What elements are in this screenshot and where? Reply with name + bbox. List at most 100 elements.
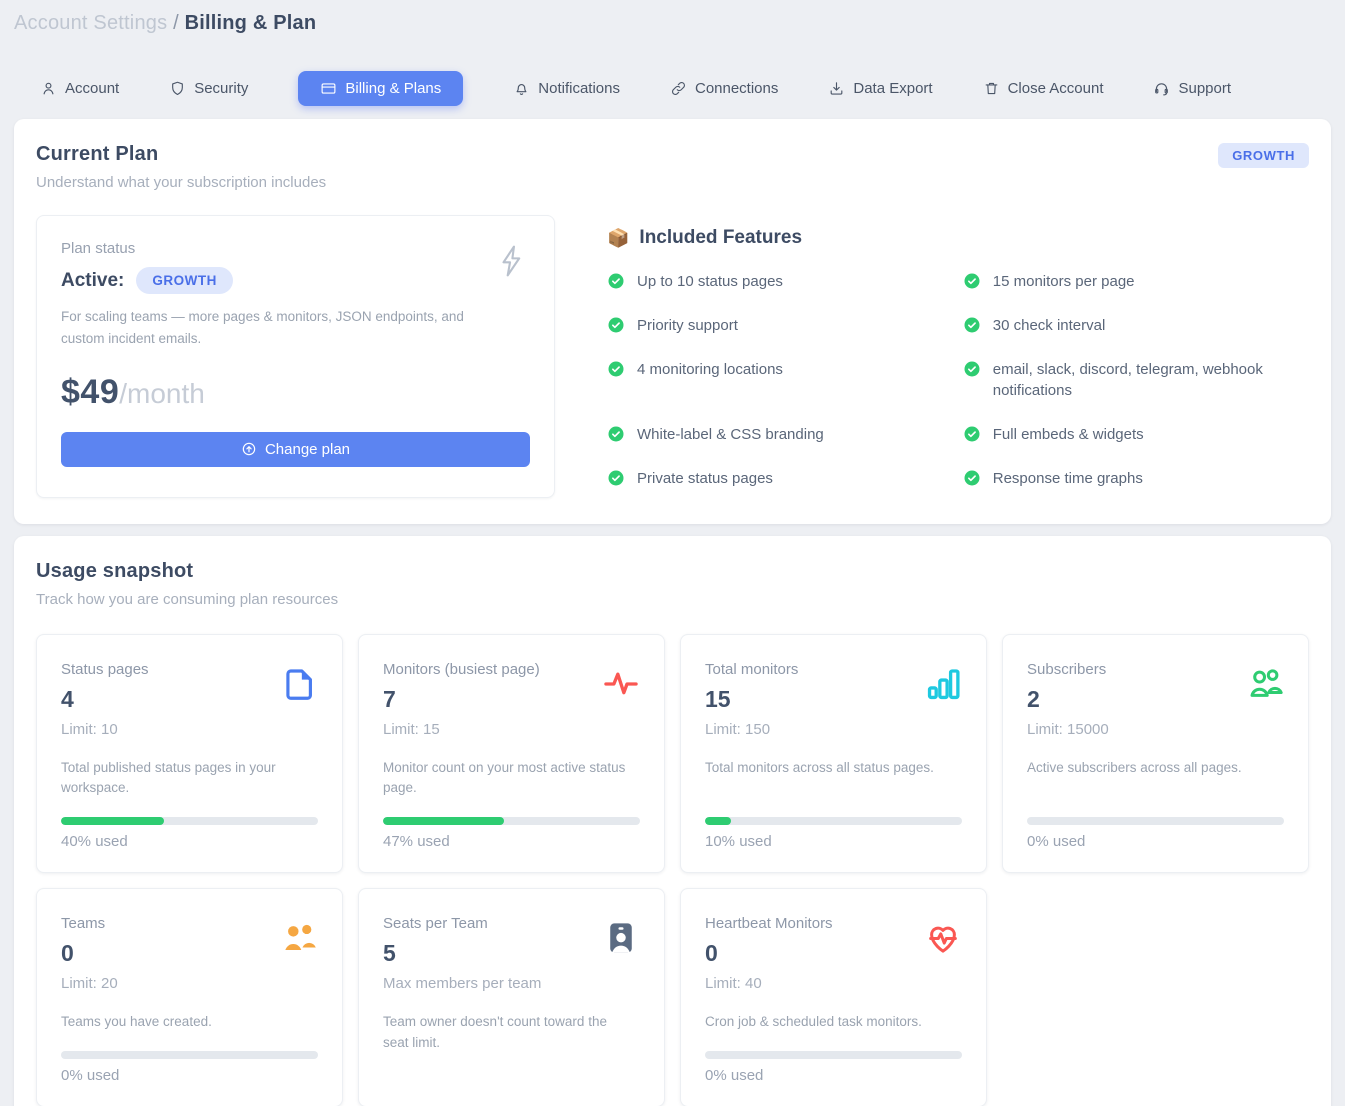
tab-security[interactable]: Security — [169, 80, 248, 97]
usage-card-description: Active subscribers across all pages. — [1027, 758, 1284, 779]
id-badge-icon — [602, 919, 640, 962]
usage-progress: 0% used — [61, 1033, 318, 1084]
check-circle-icon — [607, 468, 625, 490]
tab-label: Billing & Plans — [345, 80, 441, 97]
feature-item: Response time graphs — [963, 468, 1309, 490]
breadcrumb: Account Settings / Billing & Plan — [0, 0, 1345, 35]
tab-data-export[interactable]: Data Export — [828, 80, 932, 97]
usage-progress: 10% used — [705, 799, 962, 850]
feature-label: 15 monitors per page — [993, 271, 1135, 293]
current-plan-subtitle: Understand what your subscription includ… — [36, 174, 326, 191]
feature-label: 4 monitoring locations — [637, 359, 783, 403]
tab-notifications[interactable]: Notifications — [513, 80, 620, 97]
tab-label: Close Account — [1008, 80, 1104, 97]
feature-label: 30 check interval — [993, 315, 1106, 337]
change-plan-button[interactable]: Change plan — [61, 432, 530, 467]
progress-track — [383, 817, 640, 825]
tab-support[interactable]: Support — [1153, 80, 1231, 97]
feature-item: Priority support — [607, 315, 937, 337]
feature-item: 4 monitoring locations — [607, 359, 937, 403]
usage-percent-label: 0% used — [1027, 833, 1284, 850]
usage-progress: 0% used — [1027, 799, 1284, 850]
usage-percent-label: 0% used — [61, 1067, 318, 1084]
usage-percent-label: 10% used — [705, 833, 962, 850]
usage-card-description: Total monitors across all status pages. — [705, 758, 962, 779]
features-title: Included Features — [639, 227, 802, 249]
usage-percent-label: 47% used — [383, 833, 640, 850]
usage-card-limit: Limit: 40 — [705, 975, 962, 992]
usage-card-limit: Limit: 15000 — [1027, 721, 1284, 738]
plan-status-card: Plan status Active: GROWTH For scaling t… — [36, 215, 555, 498]
tab-label: Support — [1178, 80, 1231, 97]
check-circle-icon — [607, 424, 625, 446]
tab-billing-plans[interactable]: Billing & Plans — [298, 71, 463, 106]
user-icon — [40, 80, 57, 97]
check-circle-icon — [607, 359, 625, 403]
usage-card-subscribers: Subscribers2Limit: 15000Active subscribe… — [1002, 634, 1309, 874]
check-circle-icon — [607, 271, 625, 293]
feature-label: White-label & CSS branding — [637, 424, 824, 446]
heart-pulse-icon — [924, 919, 962, 962]
arrow-up-circle-icon — [241, 441, 257, 457]
feature-label: Priority support — [637, 315, 738, 337]
usage-progress: 47% used — [383, 799, 640, 850]
usage-percent-label: 40% used — [61, 833, 318, 850]
usage-card-status-pages: Status pages4Limit: 10Total published st… — [36, 634, 343, 874]
plan-price: $49 — [61, 373, 119, 411]
tab-label: Data Export — [853, 80, 932, 97]
feature-label: Full embeds & widgets — [993, 424, 1144, 446]
download-icon — [828, 80, 845, 97]
usage-card-seats-per-team: Seats per Team5Max members per teamTeam … — [358, 888, 665, 1106]
usage-title: Usage snapshot — [36, 560, 338, 583]
usage-progress: 0% used — [705, 1033, 962, 1084]
progress-track — [705, 817, 962, 825]
included-features: 📦 Included Features Up to 10 status page… — [555, 215, 1309, 498]
usage-card-limit: Limit: 15 — [383, 721, 640, 738]
check-circle-icon — [963, 315, 981, 337]
progress-track — [705, 1051, 962, 1059]
current-plan-section: Current Plan Understand what your subscr… — [14, 119, 1331, 524]
lightning-icon — [496, 244, 528, 283]
plan-status-label: Plan status — [61, 240, 530, 257]
plan-corner-badge: GROWTH — [1218, 143, 1309, 168]
breadcrumb-current: Billing & Plan — [185, 12, 317, 34]
usage-card-limit: Limit: 150 — [705, 721, 962, 738]
users-filled-icon — [280, 919, 318, 962]
breadcrumb-separator: / — [173, 12, 179, 34]
link-icon — [670, 80, 687, 97]
usage-card-description: Monitor count on your most active status… — [383, 758, 640, 800]
plan-badge: GROWTH — [136, 267, 233, 294]
feature-label: Response time graphs — [993, 468, 1143, 490]
activity-icon — [602, 665, 640, 708]
file-icon — [280, 665, 318, 708]
plan-description: For scaling teams — more pages & monitor… — [61, 306, 471, 351]
tab-label: Connections — [695, 80, 778, 97]
feature-item: White-label & CSS branding — [607, 424, 937, 446]
feature-item: Private status pages — [607, 468, 937, 490]
tab-account[interactable]: Account — [40, 80, 119, 97]
bell-icon — [513, 80, 530, 97]
usage-card-limit: Limit: 10 — [61, 721, 318, 738]
progress-fill — [705, 817, 731, 825]
tab-connections[interactable]: Connections — [670, 80, 778, 97]
usage-card-monitors-busiest-page: Monitors (busiest page)7Limit: 15Monitor… — [358, 634, 665, 874]
usage-percent-label: 0% used — [705, 1067, 962, 1084]
tab-label: Notifications — [538, 80, 620, 97]
usage-card-heartbeat-monitors: Heartbeat Monitors0Limit: 40Cron job & s… — [680, 888, 987, 1106]
feature-item: 15 monitors per page — [963, 271, 1309, 293]
check-circle-icon — [963, 359, 981, 403]
tab-close-account[interactable]: Close Account — [983, 80, 1104, 97]
feature-label: email, slack, discord, telegram, webhook… — [993, 359, 1309, 403]
plan-status-value: Active: — [61, 270, 124, 292]
check-circle-icon — [963, 424, 981, 446]
usage-card-description: Total published status pages in your wor… — [61, 758, 318, 800]
package-icon: 📦 — [607, 228, 629, 249]
breadcrumb-root[interactable]: Account Settings — [14, 12, 167, 34]
check-circle-icon — [607, 315, 625, 337]
usage-card-description: Team owner doesn't count toward the seat… — [383, 1012, 640, 1054]
trash-icon — [983, 80, 1000, 97]
usage-card-description: Teams you have created. — [61, 1012, 318, 1033]
usage-card-total-monitors: Total monitors15Limit: 150Total monitors… — [680, 634, 987, 874]
feature-item: 30 check interval — [963, 315, 1309, 337]
usage-subtitle: Track how you are consuming plan resourc… — [36, 591, 338, 608]
